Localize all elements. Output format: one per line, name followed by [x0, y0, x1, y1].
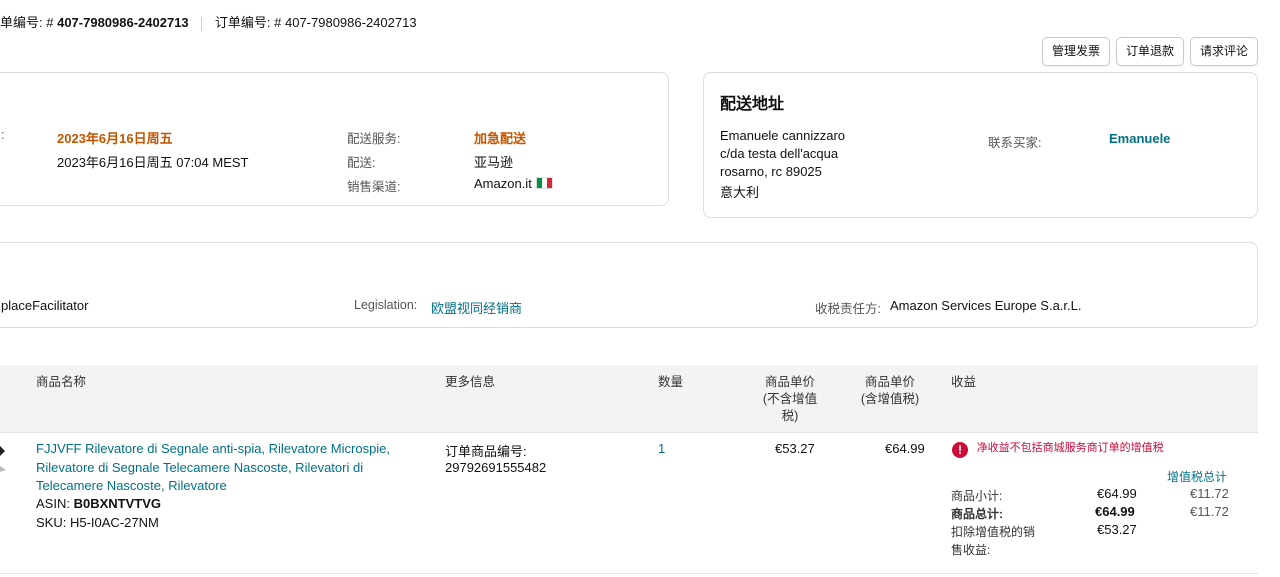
asin-line: ASIN: B0BXNTVTVG [36, 496, 161, 511]
sku-line: SKU: H5-I0AC-27NM [36, 515, 159, 530]
subtotal-value: €64.99 [1097, 486, 1137, 501]
subtotal-label: 商品小计: [951, 489, 1003, 503]
ship-by-date: 2023年6月16日周五 [57, 131, 173, 146]
header-line: 商品单价 [864, 375, 915, 389]
header-line: (不含增值 [762, 392, 818, 406]
order-details-page: 单编号: # 407-7980986-2402713 订单编号: # 407-7… [0, 0, 1280, 577]
asin-label: ASIN: [36, 496, 70, 511]
tax-model-value: placeFacilitator [1, 298, 89, 313]
table-header: 商品名称 更多信息 数量 商品单价 (不含增值 税) 商品单价 (含增值税) 收… [0, 365, 1258, 433]
sku-value: H5-I0AC-27NM [69, 515, 159, 530]
order-number-label: 单编号: # [0, 15, 54, 30]
ship-by-label-fragment: : [1, 128, 5, 142]
total-vat: €11.72 [1190, 504, 1229, 519]
order-summary-card: : 2023年6月16日周五 2023年6月16日周五 07:04 MEST 配… [0, 72, 669, 206]
order-actions: 管理发票 订单退款 请求评论 [1041, 37, 1258, 66]
address-line: Emanuele cannizzaro [720, 128, 846, 143]
tax-info-card: placeFacilitator Legislation: 欧盟视同经销商 收税… [0, 242, 1258, 328]
alert-icon: ! [952, 442, 968, 458]
legislation-label: Legislation: [354, 298, 418, 312]
asin-value: B0BXNTVTVG [73, 496, 161, 511]
address-line: c/da testa dell'acqua [720, 146, 839, 161]
sales-channel-label: 销售渠道: [347, 180, 401, 194]
header-line: 税) [781, 409, 799, 423]
manage-invoice-button[interactable]: 管理发票 [1041, 37, 1110, 66]
price-ex-vat-value: €53.27 [775, 441, 815, 456]
contact-buyer-label: 联系买家: [988, 136, 1042, 150]
product-title-link[interactable]: FJJVFF Rilevatore di Segnale anti-spia, … [36, 440, 416, 496]
divider [201, 16, 203, 31]
quantity-value: 1 [658, 441, 666, 456]
italy-flag-icon [535, 177, 553, 189]
sku-label: SKU: [36, 515, 67, 530]
subtotal-vat: €11.72 [1190, 486, 1229, 501]
column-header-product-name: 商品名称 [36, 375, 87, 389]
legislation-link[interactable]: 欧盟视同经销商 [431, 298, 522, 317]
column-header-proceeds: 收益 [951, 375, 977, 389]
address-line: 意大利 [720, 185, 760, 200]
net-proceeds-label-cont: 售收益: [951, 543, 991, 557]
product-thumbnail[interactable] [0, 444, 6, 474]
order-number-secondary: 订单编号: # 407-7980986-2402713 [214, 15, 417, 30]
column-header-price-inc-vat: 商品单价 (含增值税) [850, 374, 930, 408]
total-value: €64.99 [1095, 504, 1135, 519]
column-header-quantity: 数量 [658, 375, 684, 389]
price-inc-vat-value: €64.99 [885, 441, 925, 456]
purchase-date: 2023年6月16日周五 07:04 MEST [57, 155, 249, 170]
sales-channel-text: Amazon.it [474, 176, 532, 191]
tax-party-label: 收税责任方: [815, 302, 881, 316]
header-line: 商品单价 [764, 375, 815, 389]
shipping-address-card: 配送地址 Emanuele cannizzaro c/da testa dell… [703, 72, 1258, 218]
column-header-price-ex-vat: 商品单价 (不含增值 税) [750, 374, 830, 425]
refund-order-button[interactable]: 订单退款 [1115, 37, 1184, 66]
row-divider [0, 573, 1258, 574]
request-review-button[interactable]: 请求评论 [1189, 37, 1258, 66]
vat-total-header: 增值税总计 [1167, 470, 1228, 484]
fulfillment-value: 亚马逊 [474, 155, 514, 170]
shipping-service-label: 配送服务: [347, 132, 401, 146]
contact-buyer-link[interactable]: Emanuele [1109, 131, 1170, 146]
order-number: 407-7980986-2402713 [57, 15, 189, 30]
order-number-line: 单编号: # 407-7980986-2402713 订单编号: # 407-7… [0, 12, 417, 31]
net-proceeds-label: 扣除增值税的销 [951, 525, 1036, 539]
vat-warning: ! 净收益不包括商城服务商订单的增值税 [952, 439, 1164, 458]
order-item-id-label: 订单商品编号: [445, 444, 527, 459]
shipping-service-value: 加急配送 [474, 131, 527, 146]
net-proceeds-value: €53.27 [1097, 522, 1137, 537]
column-header-more-info: 更多信息 [445, 375, 496, 389]
order-item-id: 29792691555482 [445, 460, 547, 475]
total-label: 商品总计: [951, 507, 1003, 521]
fulfillment-label: 配送: [347, 156, 376, 170]
shipping-address-title: 配送地址 [720, 96, 785, 113]
vat-warning-text: 净收益不包括商城服务商订单的增值税 [976, 442, 1164, 454]
address-line: rosarno, rc 89025 [720, 164, 822, 179]
sales-channel-value: Amazon.it [474, 176, 553, 191]
header-line: (含增值税) [860, 392, 920, 406]
tax-party-value: Amazon Services Europe S.a.r.L. [890, 298, 1082, 313]
